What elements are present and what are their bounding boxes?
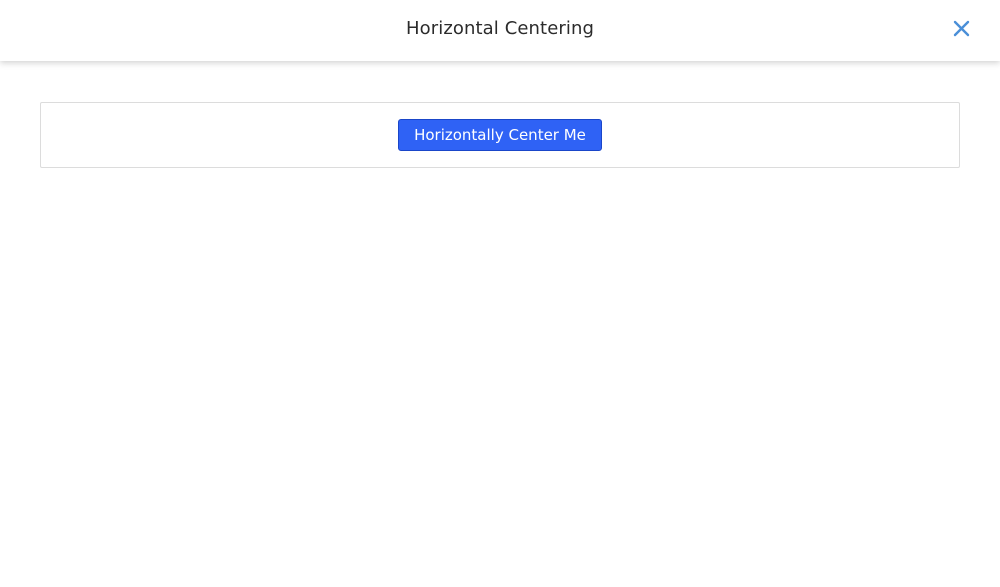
- centering-container: Horizontally Center Me: [40, 102, 960, 168]
- header-bar: Horizontal Centering: [0, 0, 1000, 61]
- close-icon: [953, 20, 970, 37]
- horizontally-center-me-button[interactable]: Horizontally Center Me: [398, 119, 602, 151]
- page-title: Horizontal Centering: [405, 18, 595, 39]
- close-button[interactable]: [952, 19, 972, 39]
